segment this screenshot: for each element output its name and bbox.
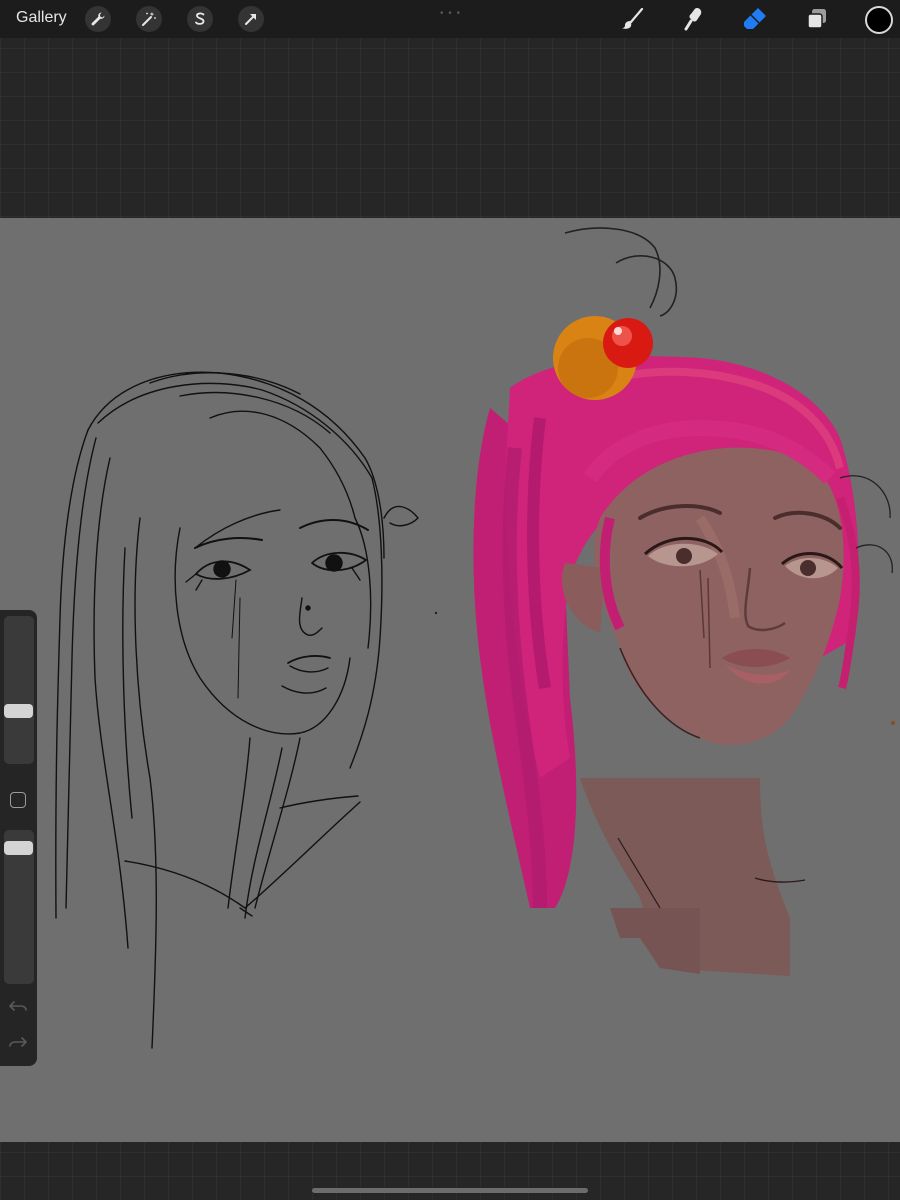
redo-icon[interactable] — [8, 1034, 28, 1050]
line-sketch — [55, 371, 419, 1049]
brush-button[interactable] — [619, 5, 647, 33]
layers-icon — [807, 9, 826, 29]
transform-button[interactable] — [238, 6, 264, 32]
home-indicator — [312, 1188, 588, 1193]
eraser-icon — [744, 8, 766, 29]
wrench-icon — [91, 12, 105, 26]
brush-icon — [622, 7, 644, 29]
side-toolbar — [0, 610, 37, 1066]
transform-arrow-icon — [245, 14, 256, 25]
actions-button[interactable] — [85, 6, 111, 32]
modify-button[interactable] — [10, 792, 26, 808]
drag-handle[interactable]: • • • — [440, 8, 461, 19]
selection-button[interactable] — [187, 6, 213, 32]
drawing-canvas[interactable] — [0, 218, 900, 1142]
artwork — [55, 227, 895, 1049]
eraser-button[interactable] — [741, 5, 769, 33]
magic-wand-icon — [142, 12, 156, 26]
gallery-button[interactable]: Gallery — [16, 9, 67, 27]
brush-size-slider[interactable] — [4, 616, 34, 764]
top-toolbar: Gallery • • • — [0, 0, 900, 38]
adjustments-button[interactable] — [136, 6, 162, 32]
painted-portrait — [434, 227, 895, 976]
layers-button[interactable] — [803, 5, 831, 33]
color-picker-button[interactable] — [865, 6, 893, 34]
brush-opacity-thumb[interactable] — [4, 841, 33, 856]
selection-icon — [195, 12, 205, 25]
brush-size-thumb[interactable] — [4, 704, 33, 719]
undo-icon[interactable] — [8, 998, 28, 1014]
smudge-icon — [684, 8, 702, 31]
smudge-button[interactable] — [680, 5, 708, 33]
